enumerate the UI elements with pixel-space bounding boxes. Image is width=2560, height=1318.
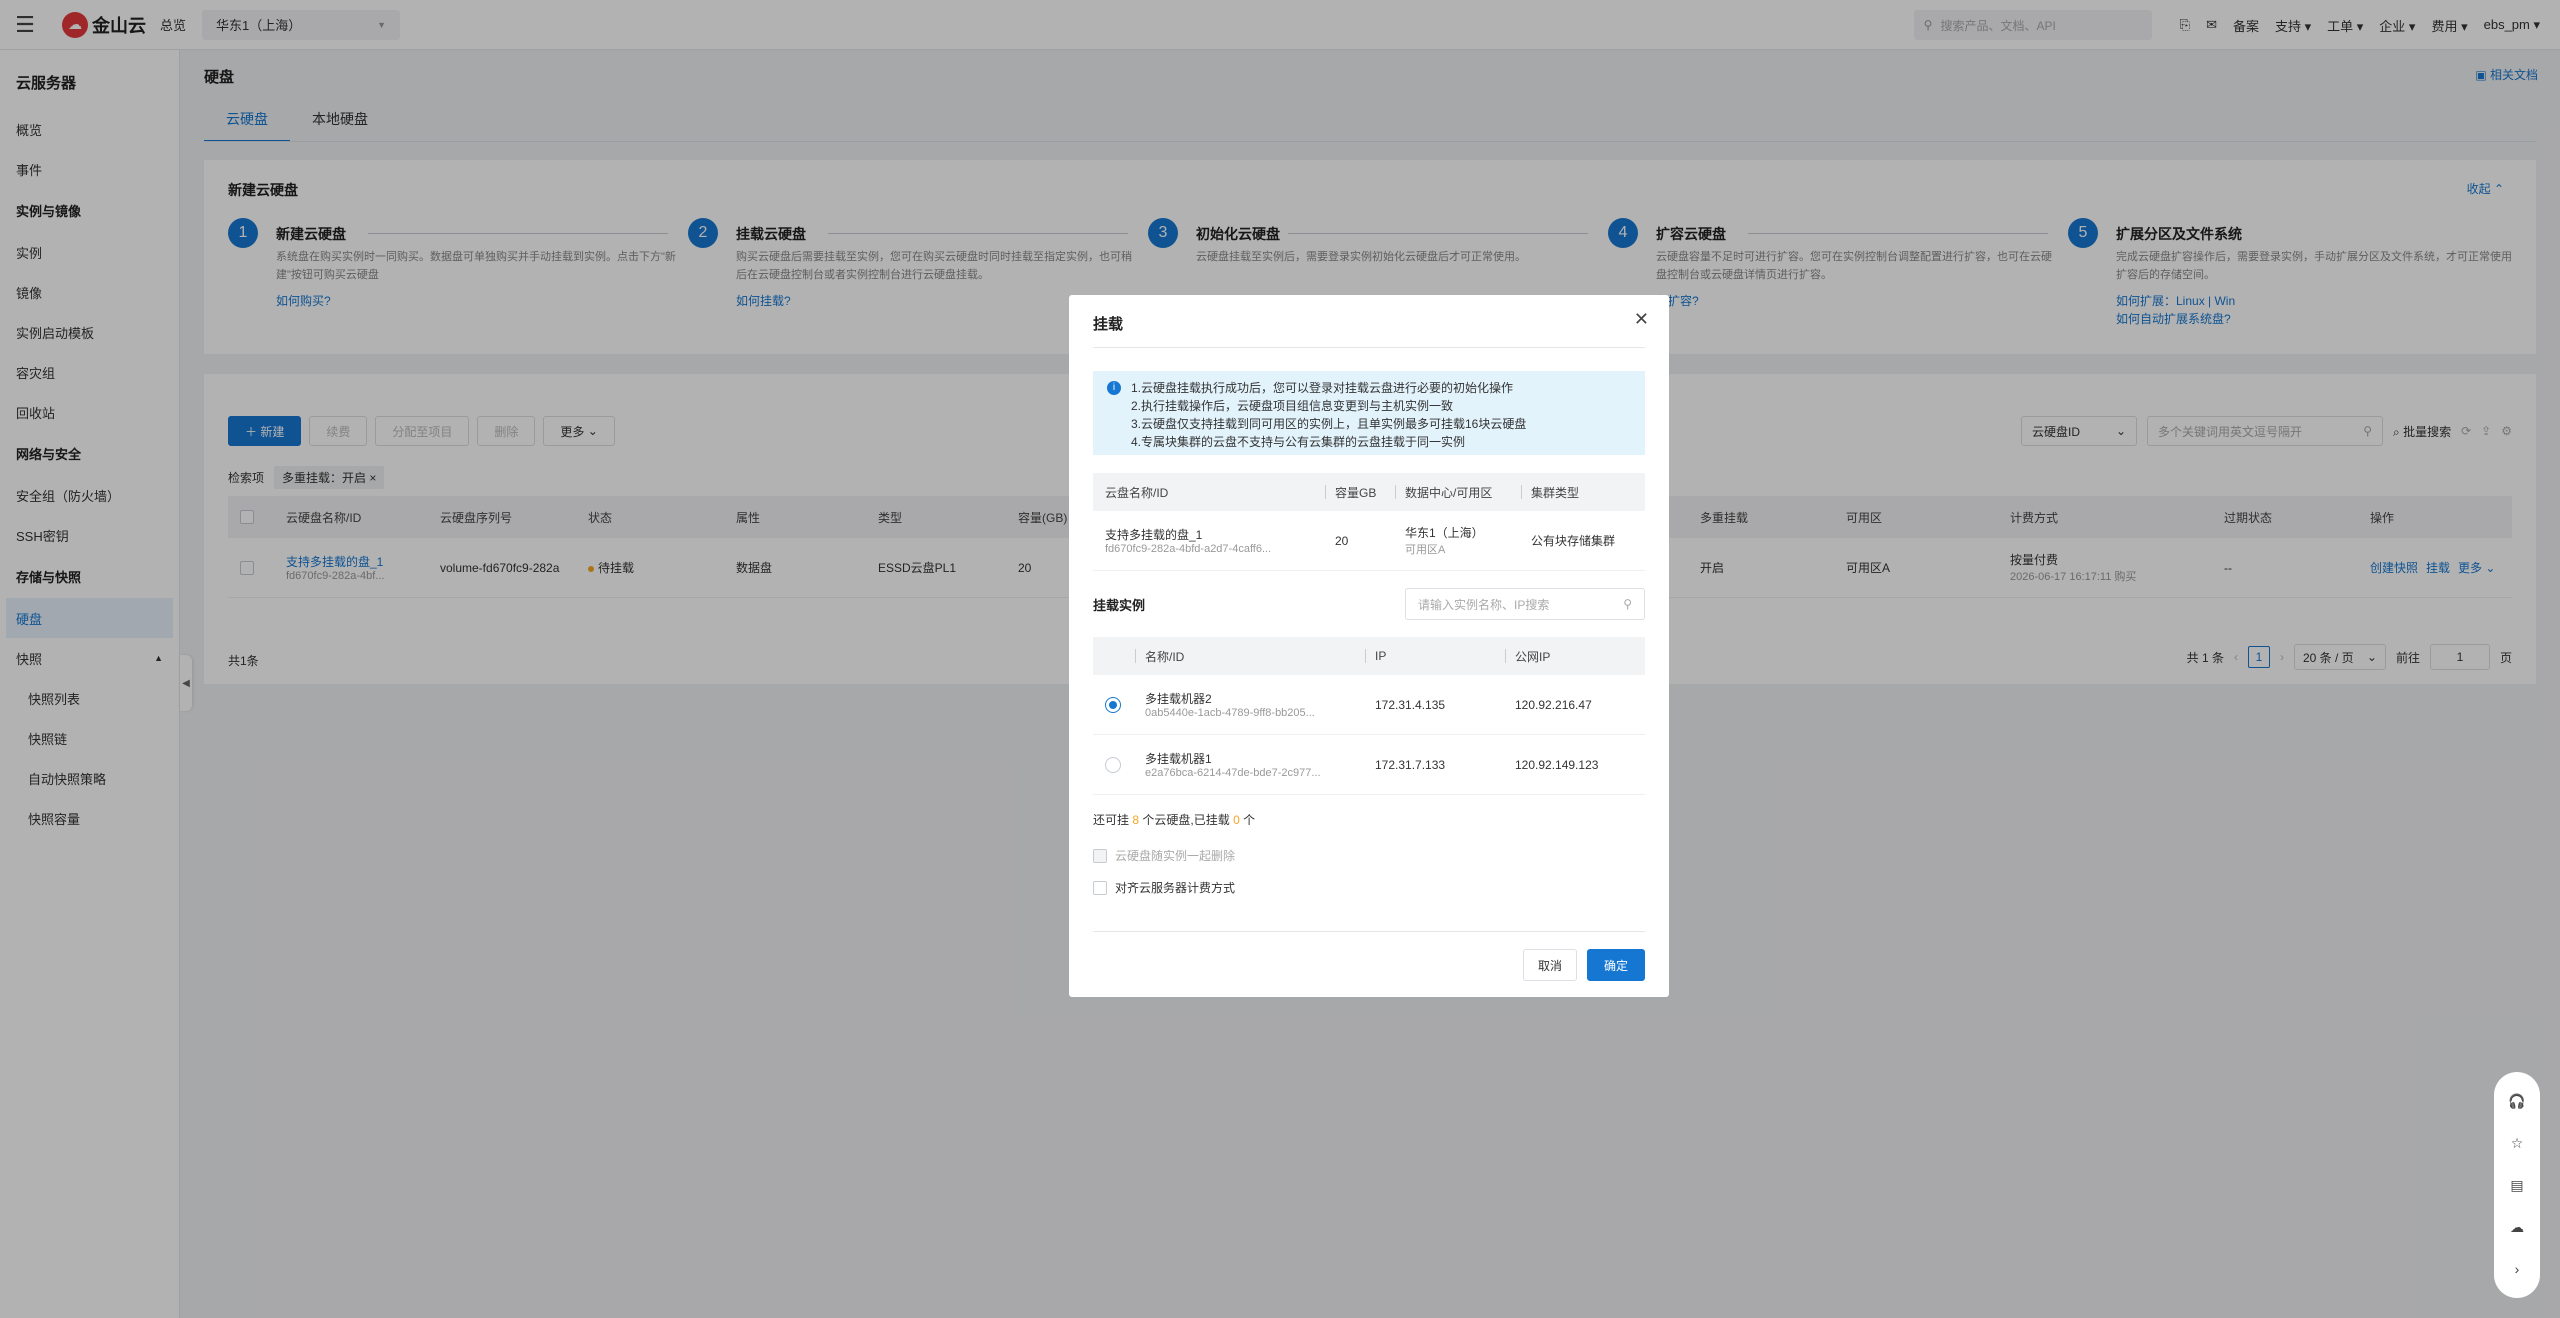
notice-line: 1.云硬盘挂载执行成功后，您可以登录对挂载云盘进行必要的初始化操作 xyxy=(1131,381,1514,395)
divider xyxy=(1093,347,1645,348)
instance-name: 多挂载机器2 xyxy=(1145,692,1212,706)
instance-search-input[interactable]: 请输入实例名称、IP搜索 ⚲ xyxy=(1405,588,1645,620)
instance-ip: 172.31.7.133 xyxy=(1375,757,1446,772)
info-icon: i xyxy=(1107,381,1121,395)
modal-footer: 取消 确定 xyxy=(1522,949,1645,981)
instance-name: 多挂载机器1 xyxy=(1145,752,1212,766)
instance-public-ip: 120.92.216.47 xyxy=(1515,697,1592,712)
chevron-right-icon[interactable]: › xyxy=(2515,1261,2520,1277)
instance-row[interactable]: 多挂载机器1 e2a76bca-6214-47de-bde7-2c977... 1… xyxy=(1093,735,1645,795)
instance-radio[interactable] xyxy=(1105,696,1121,713)
cluster-type: 公有块存储集群 xyxy=(1531,534,1616,548)
align-billing-option[interactable]: 对齐云服务器计费方式 xyxy=(1093,879,1235,896)
delete-with-instance-checkbox xyxy=(1093,848,1107,863)
instance-table-header: 名称/ID IP 公网IP xyxy=(1093,637,1645,675)
instance-public-ip: 120.92.149.123 xyxy=(1515,757,1599,772)
cancel-button[interactable]: 取消 xyxy=(1522,949,1577,981)
confirm-button[interactable]: 确定 xyxy=(1586,949,1645,981)
attach-quota: 还可挂 8 个云硬盘,已挂载 0 个 xyxy=(1093,813,1256,827)
datacenter: 华东1（上海） xyxy=(1405,526,1484,540)
cloud-icon[interactable]: ☁ xyxy=(2510,1219,2524,1236)
headset-icon[interactable]: 🎧 xyxy=(2508,1093,2525,1110)
disk-capacity: 20 xyxy=(1335,533,1349,548)
instance-label: 挂载实例 xyxy=(1093,598,1146,613)
instance-id: 0ab5440e-1acb-4789-9ff8-bb205... xyxy=(1145,707,1315,719)
note-icon[interactable]: ▤ xyxy=(2510,1177,2523,1194)
zone: 可用区A xyxy=(1405,544,1446,556)
disk-id: fd670fc9-282a-4bfd-a2d7-4caff6... xyxy=(1105,543,1272,555)
disk-name: 支持多挂载的盘_1 xyxy=(1105,528,1203,542)
instance-ip: 172.31.4.135 xyxy=(1375,697,1446,712)
modal-title: 挂载 xyxy=(1093,316,1124,333)
instance-id: e2a76bca-6214-47de-bde7-2c977... xyxy=(1145,767,1321,779)
disk-table-header: 云盘名称/ID 容量GB 数据中心/可用区 集群类型 xyxy=(1093,473,1645,511)
notice-line: 4.专属块集群的云盘不支持与公有云集群的云盘挂载于同一实例 xyxy=(1131,435,1466,449)
instance-radio[interactable] xyxy=(1105,756,1121,773)
align-billing-checkbox[interactable] xyxy=(1093,880,1107,895)
instance-table: 名称/ID IP 公网IP 多挂载机器2 0ab5440e-1acb-4789-9… xyxy=(1093,637,1645,795)
notice-box: i 1.云硬盘挂载执行成功后，您可以登录对挂载云盘进行必要的初始化操作 2.执行… xyxy=(1093,371,1645,455)
disk-table: 云盘名称/ID 容量GB 数据中心/可用区 集群类型 支持多挂载的盘_1 fd67… xyxy=(1093,473,1645,571)
floating-toolbar: 🎧 ☆ ▤ ☁ › xyxy=(2494,1072,2540,1298)
star-icon[interactable]: ☆ xyxy=(2511,1135,2524,1152)
disk-row: 支持多挂载的盘_1 fd670fc9-282a-4bfd-a2d7-4caff6.… xyxy=(1093,511,1645,571)
delete-with-instance-option: 云硬盘随实例一起删除 xyxy=(1093,847,1235,864)
notice-line: 3.云硬盘仅支持挂载到同可用区的实例上，且单实例最多可挂载16块云硬盘 xyxy=(1131,417,1527,431)
search-icon: ⚲ xyxy=(1623,597,1632,611)
divider xyxy=(1093,931,1645,932)
close-icon[interactable]: ✕ xyxy=(1634,309,1649,330)
instance-row[interactable]: 多挂载机器2 0ab5440e-1acb-4789-9ff8-bb205... 1… xyxy=(1093,675,1645,735)
attach-modal: 挂载 ✕ i 1.云硬盘挂载执行成功后，您可以登录对挂载云盘进行必要的初始化操作… xyxy=(1069,295,1669,997)
notice-line: 2.执行挂载操作后，云硬盘项目组信息变更到与主机实例一致 xyxy=(1131,399,1454,413)
